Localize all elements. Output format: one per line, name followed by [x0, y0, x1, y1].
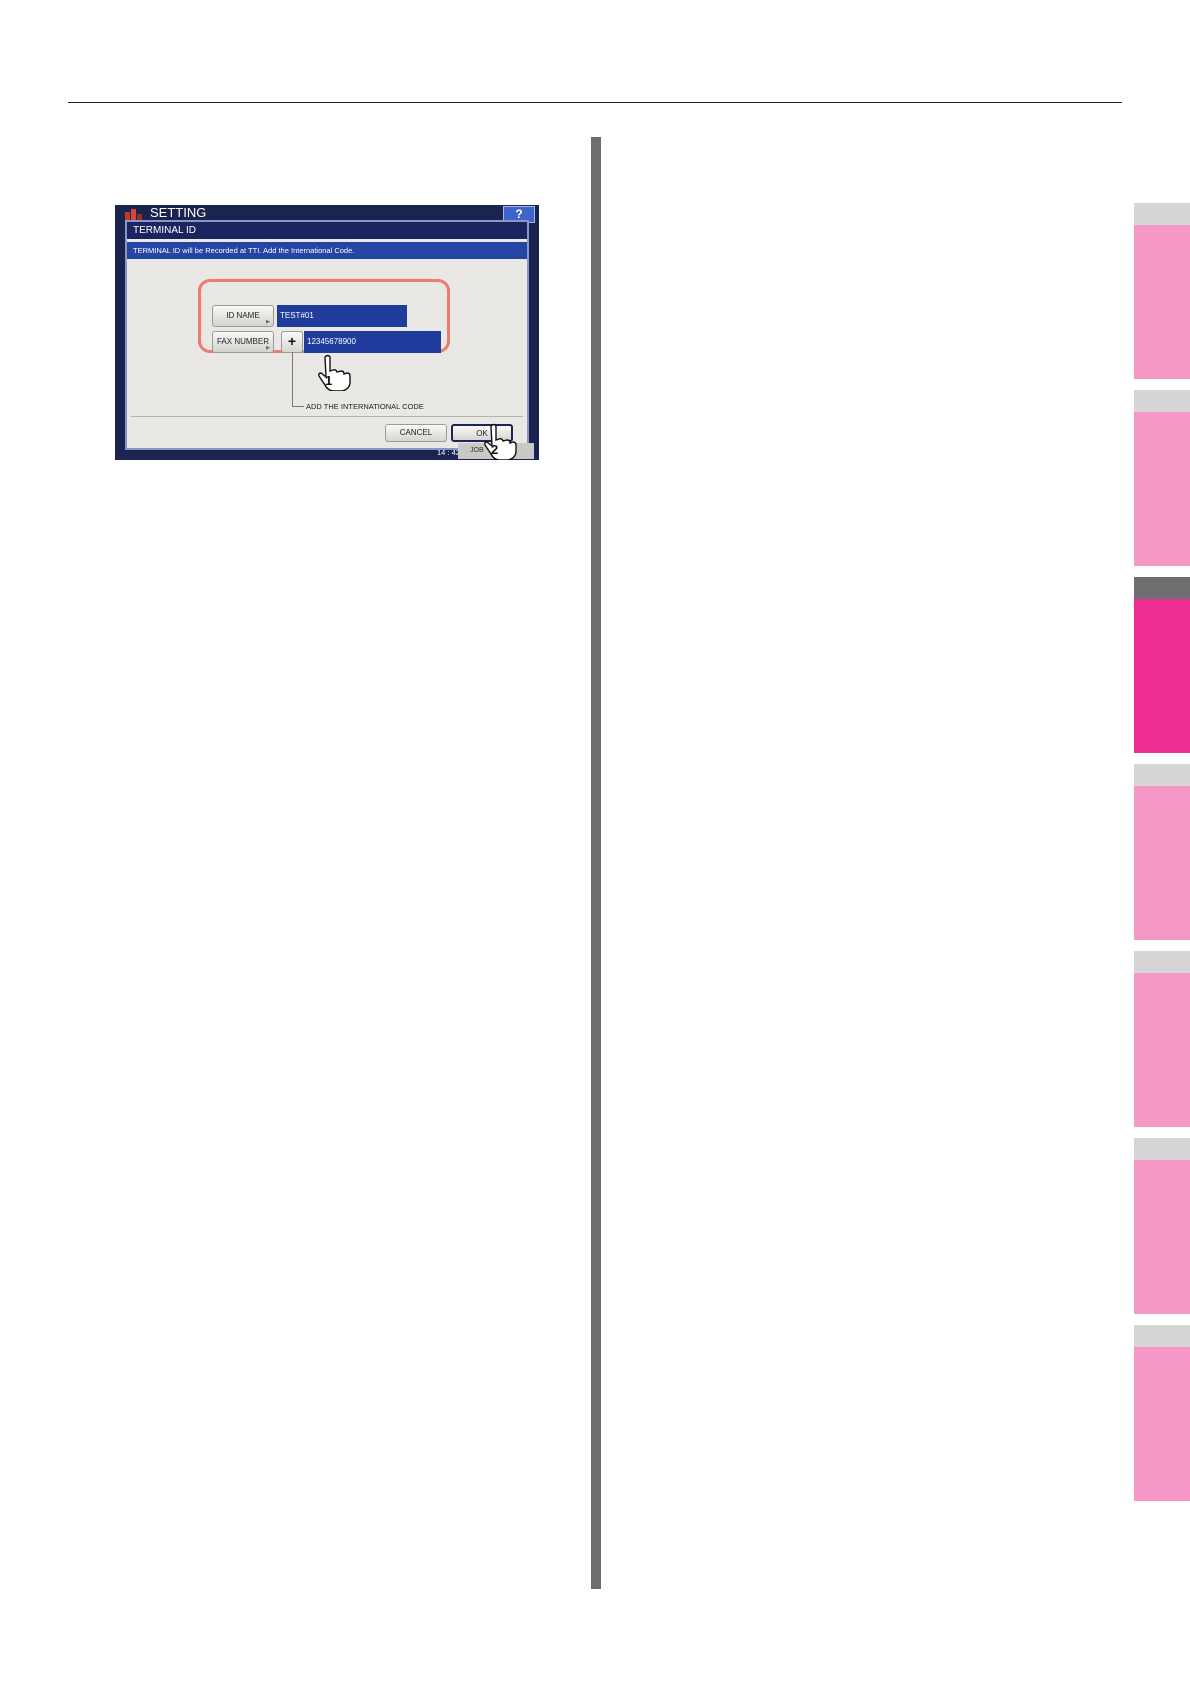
- dialog-separator: [131, 416, 523, 417]
- hand-pointer-icon: 1: [318, 354, 351, 391]
- dialog-banner: TERMINAL ID will be Recorded at TTI. Add…: [127, 242, 527, 259]
- callout-line-end: [292, 406, 304, 407]
- chapter-tab-7[interactable]: [1134, 1325, 1190, 1501]
- clock-time: 14 : 42: [437, 448, 460, 457]
- cancel-button[interactable]: CANCEL: [385, 424, 447, 442]
- id-name-field[interactable]: TEST#01: [277, 305, 407, 327]
- terminal-id-dialog: TERMINAL ID TERMINAL ID will be Recorded…: [125, 220, 529, 450]
- id-name-button[interactable]: ID NAME ▶: [212, 305, 274, 327]
- chapter-tab-3-active[interactable]: [1134, 577, 1190, 753]
- device-screenshot: SETTING ? TERMINAL ID TERMINAL ID will b…: [115, 205, 539, 460]
- callout-text: ADD THE INTERNATIONAL CODE: [306, 402, 424, 411]
- chapter-tab-4[interactable]: [1134, 764, 1190, 940]
- fax-number-field[interactable]: 12345678900: [304, 331, 441, 353]
- app-title: SETTING: [150, 205, 207, 220]
- header-rule: [68, 102, 1122, 103]
- fax-number-label: FAX NUMBER: [216, 337, 269, 346]
- id-name-label: ID NAME: [226, 311, 260, 320]
- dialog-title: TERMINAL ID: [127, 222, 527, 239]
- chapter-tab-2[interactable]: [1134, 390, 1190, 566]
- chapter-tab-5[interactable]: [1134, 951, 1190, 1127]
- corner-arrow-icon: ▶: [266, 319, 270, 325]
- hand-pointer-icon: 2: [484, 423, 517, 460]
- plus-button[interactable]: +: [281, 331, 303, 353]
- corner-arrow-icon: ▶: [266, 345, 270, 351]
- callout-line: [292, 352, 293, 407]
- column-divider: [591, 137, 601, 1589]
- fax-number-button[interactable]: FAX NUMBER ▶: [212, 331, 274, 353]
- chapter-tab-6[interactable]: [1134, 1138, 1190, 1314]
- step-marker-2: 2: [491, 442, 498, 457]
- setting-logo-icon: [125, 209, 142, 220]
- step-marker-1: 1: [325, 373, 332, 388]
- chapter-tab-1[interactable]: [1134, 203, 1190, 379]
